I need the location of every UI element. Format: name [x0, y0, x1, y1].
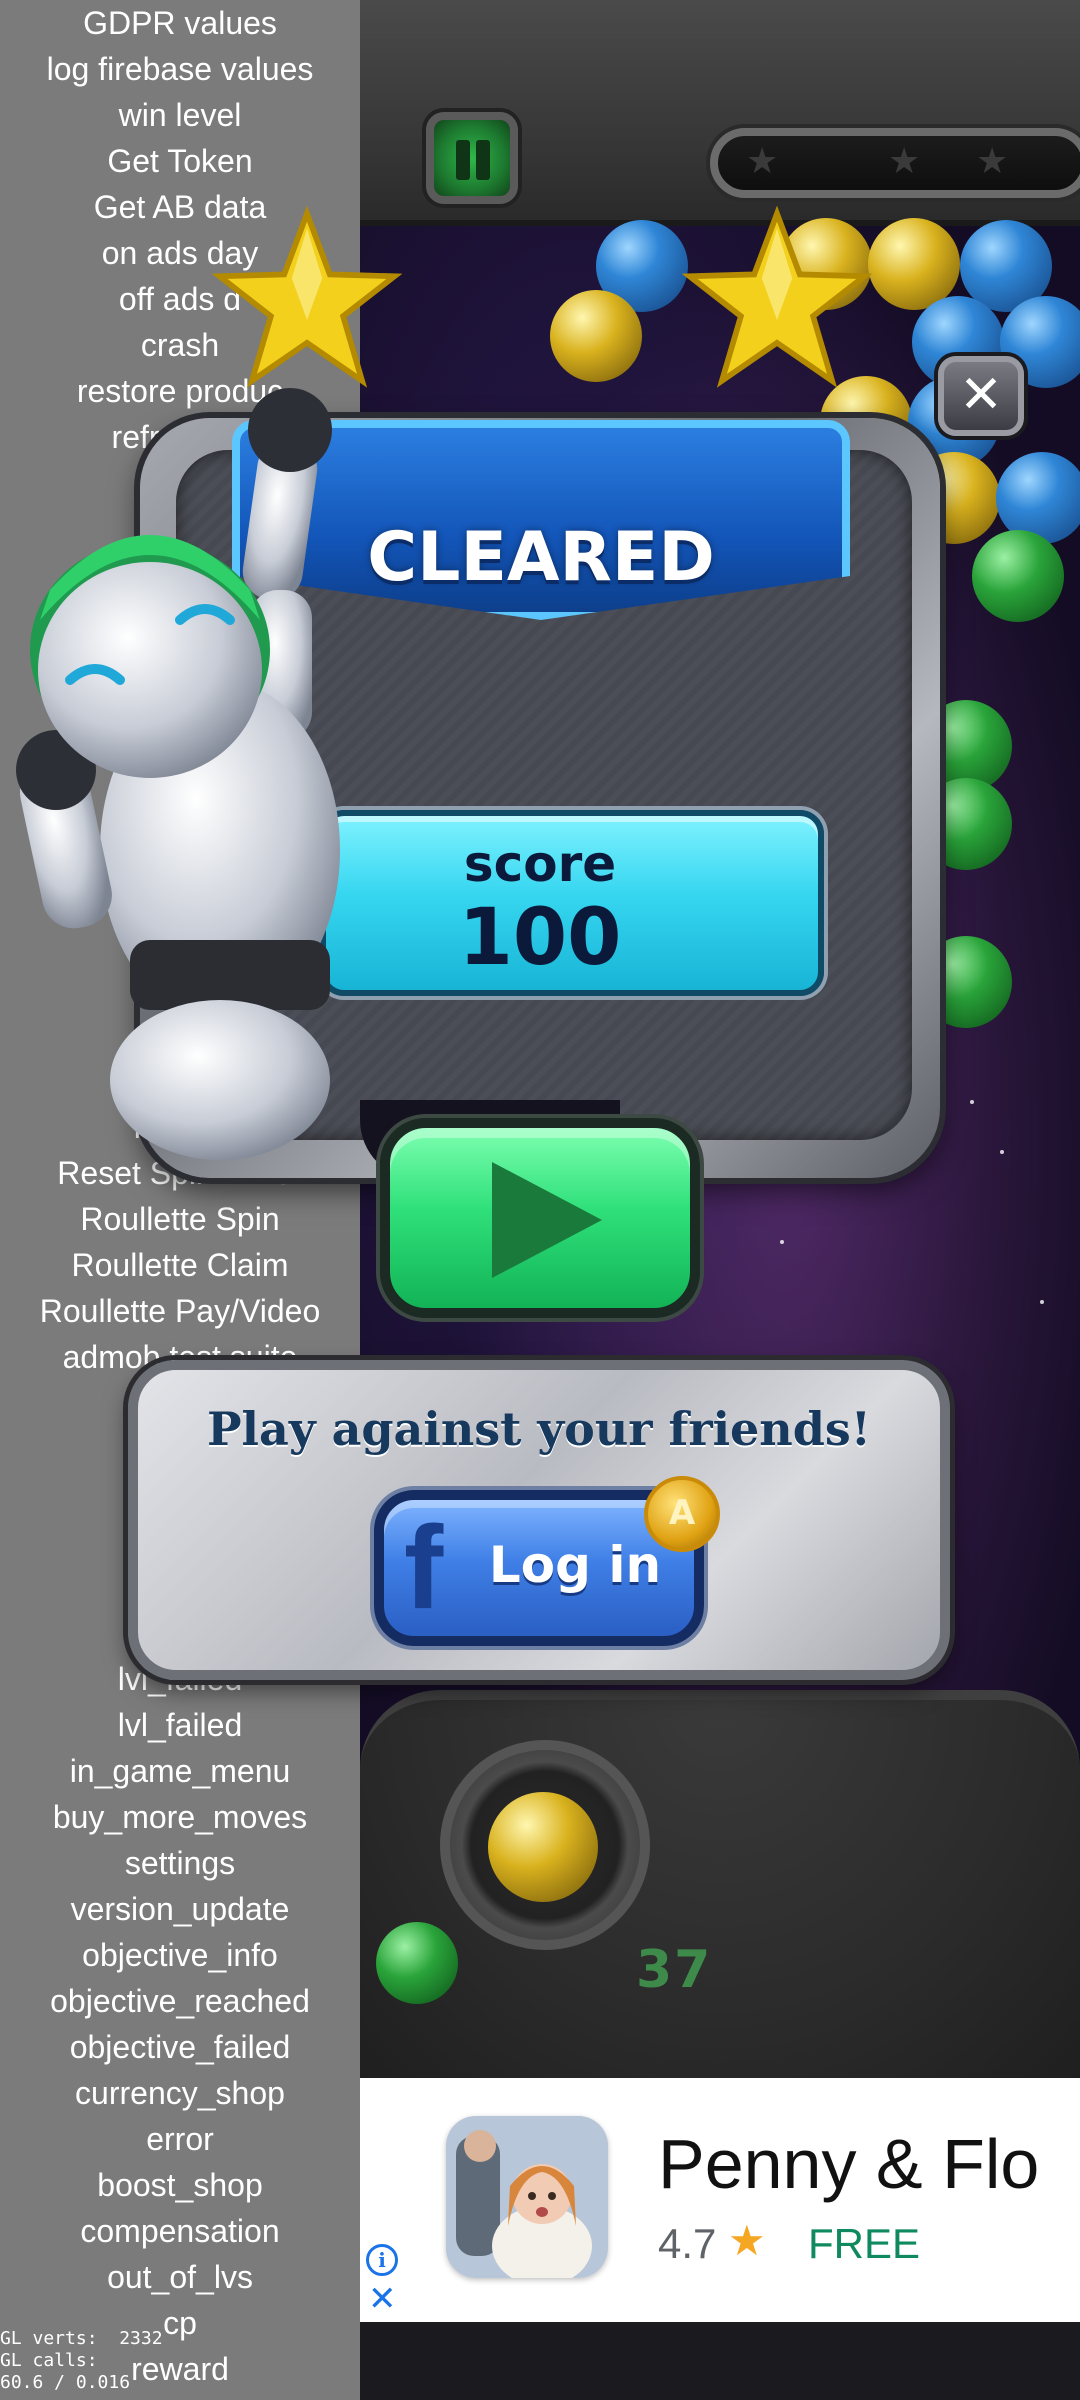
- login-label: Log in: [488, 1536, 662, 1594]
- pause-icon-bar: [476, 140, 490, 180]
- debug-item-buy-more-moves[interactable]: buy_more_moves: [0, 1794, 360, 1840]
- bubble: [972, 530, 1064, 622]
- progress-star-icon: ★: [976, 141, 1009, 182]
- debug-item-settings[interactable]: settings: [0, 1840, 360, 1886]
- progress-star-icon: ★: [746, 141, 779, 182]
- progress-star-icon: ★: [888, 141, 921, 182]
- debug-item-currency-shop[interactable]: currency_shop: [0, 2070, 360, 2116]
- friends-prompt: Play against your friends!: [206, 1402, 872, 1456]
- facebook-icon: f: [404, 1502, 444, 1634]
- gl-calls: GL calls:: [0, 2350, 120, 2371]
- debug-item-lvl-failed-2[interactable]: lvl_failed: [0, 1702, 360, 1748]
- debug-item-log-firebase[interactable]: log firebase values: [0, 46, 360, 92]
- level-progress-stars: ★ ★ ★: [710, 128, 1080, 198]
- current-bubble[interactable]: [488, 1792, 598, 1902]
- debug-item-boost-shop[interactable]: boost_shop: [0, 2162, 360, 2208]
- debug-item-win-level[interactable]: win level: [0, 92, 360, 138]
- ad-app-icon[interactable]: [446, 2116, 608, 2278]
- ad-rating: 4.7: [658, 2220, 717, 2267]
- close-icon: ✕: [959, 365, 1003, 425]
- earned-star-icon: [682, 206, 872, 388]
- game-top-bar: ★ ★ ★: [360, 0, 1080, 226]
- debug-item-compensation[interactable]: compensation: [0, 2208, 360, 2254]
- next-bubble[interactable]: [376, 1922, 458, 2004]
- ad-close-icon[interactable]: ✕: [368, 2282, 397, 2316]
- debug-item-roullette-claim[interactable]: Roullette Claim: [0, 1242, 360, 1288]
- debug-item-gdpr-values[interactable]: GDPR values: [0, 0, 360, 46]
- score-value: 100: [458, 893, 622, 983]
- pause-button[interactable]: [426, 112, 518, 204]
- bubble: [550, 290, 642, 382]
- robot-mascot-icon: [16, 388, 340, 1160]
- play-button[interactable]: [380, 1118, 700, 1318]
- moves-counter: 37: [636, 1940, 713, 2000]
- gl-verts: GL verts: 2332: [0, 2328, 163, 2349]
- debug-item-objective-reached[interactable]: objective_reached: [0, 1978, 360, 2024]
- rating-star-icon: ★: [728, 2216, 766, 2265]
- play-icon: [492, 1162, 602, 1278]
- ad-info-icon[interactable]: i: [366, 2244, 398, 2276]
- app-artwork-icon: [446, 2116, 608, 2278]
- close-button[interactable]: ✕: [938, 356, 1024, 436]
- debug-item-objective-info[interactable]: objective_info: [0, 1932, 360, 1978]
- ad-app-name[interactable]: Penny & Flo: [658, 2124, 1039, 2204]
- debug-item-in-game-menu[interactable]: in_game_menu: [0, 1748, 360, 1794]
- debug-item-roullette-spin[interactable]: Roullette Spin: [0, 1196, 360, 1242]
- pause-icon: [456, 140, 470, 180]
- debug-item-error[interactable]: error: [0, 2116, 360, 2162]
- earned-star-icon: [212, 206, 402, 388]
- debug-item-get-token[interactable]: Get Token: [0, 138, 360, 184]
- debug-item-objective-failed[interactable]: objective_failed: [0, 2024, 360, 2070]
- debug-item-version-update[interactable]: version_update: [0, 1886, 360, 1932]
- ad-price: FREE: [808, 2220, 921, 2267]
- gl-fps: 60.6 / 0.016: [0, 2372, 131, 2393]
- coin-reward-icon: A: [644, 1476, 720, 1552]
- bubble: [868, 218, 960, 310]
- debug-item-out-of-lvs[interactable]: out_of_lvs: [0, 2254, 360, 2300]
- system-nav-bar: [360, 2322, 1080, 2400]
- gl-stats-overlay: GL verts: 2332 GL calls: 60.6 / 0.016: [0, 2328, 200, 2394]
- score-label: score: [463, 835, 617, 893]
- debug-item-roullette-pay-video[interactable]: Roullette Pay/Video: [0, 1288, 360, 1334]
